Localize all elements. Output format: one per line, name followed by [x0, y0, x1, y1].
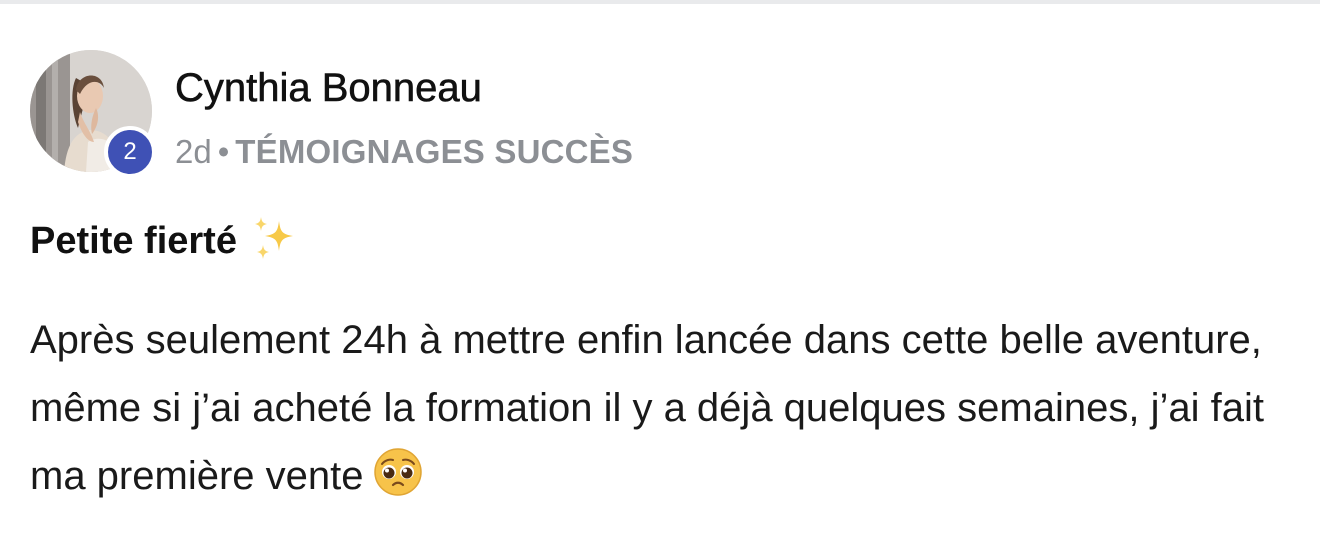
post-meta: 2d • TÉMOIGNAGES SUCCÈS — [175, 132, 633, 172]
post-body-text: Après seulement 24h à mettre enfin lancé… — [30, 318, 1264, 498]
post-body: Après seulement 24h à mettre enfin lancé… — [30, 306, 1300, 518]
post-category[interactable]: TÉMOIGNAGES SUCCÈS — [235, 133, 633, 170]
pleading-face-icon — [373, 447, 423, 518]
post-title-text: Petite fierté — [30, 220, 237, 262]
sparkles-icon — [249, 215, 297, 275]
top-divider — [0, 0, 1320, 4]
post-title: Petite fierté — [30, 215, 297, 275]
author-name[interactable]: Cynthia Bonneau — [175, 64, 483, 112]
author-avatar-group[interactable]: 2 — [30, 50, 156, 178]
meta-separator: • — [217, 133, 230, 170]
post-time[interactable]: 2d — [175, 133, 212, 170]
level-badge: 2 — [104, 126, 156, 178]
